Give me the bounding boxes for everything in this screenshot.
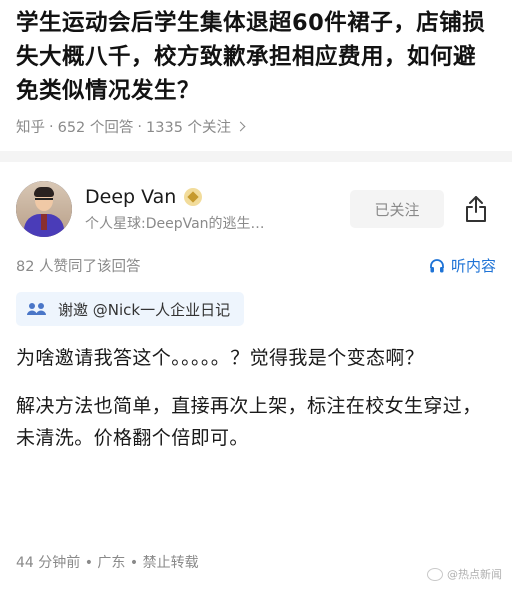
site-name: 知乎 (16, 120, 45, 136)
answer-paragraph: 解决方法也简单，直接再次上架，标注在校女生穿过，未清洗。价格翻个倍即可。 (16, 395, 482, 449)
meta-dot: · (49, 118, 54, 135)
share-icon[interactable] (456, 189, 496, 229)
answer-content: 为啥邀请我答这个。。。。。？觉得我是个变态啊？ 解决方法也简单，直接再次上架，标… (16, 342, 496, 454)
question-title[interactable]: 学生运动会后学生集体退超60件裙子，店铺损失大概八千，校方致歉承担相应费用，如何… (16, 6, 498, 108)
question-meta[interactable]: 知乎 · 652 个回答 · 1335 个关注 (16, 116, 498, 137)
invite-text: 谢邀 @Nick一人企业日记 (58, 300, 231, 319)
answer-card: Deep Van 个人星球:DeepVan的逃生… 已关注 82 人赞同了该回答… (0, 177, 512, 454)
invite-tag[interactable]: 谢邀 @Nick一人企业日记 (16, 292, 245, 326)
answer-count: 652 个回答 (57, 120, 134, 136)
answer-footer-meta: 44 分钟前 • 广东 • 禁止转载 (16, 555, 199, 571)
weibo-logo-icon (427, 567, 443, 581)
avatar[interactable] (16, 181, 72, 237)
answer-paragraph: 为啥邀请我答这个。。。。。？觉得我是个变态啊？ (16, 347, 425, 369)
avatar-hair (34, 187, 54, 197)
listen-label: 听内容 (450, 257, 496, 275)
follower-count: 1335 个关注 (146, 120, 232, 136)
section-divider (0, 151, 512, 162)
author-name-row: Deep Van (85, 186, 340, 208)
like-count[interactable]: 82 人赞同了该回答 (16, 255, 141, 276)
listen-button[interactable]: 听内容 (429, 255, 496, 276)
headphones-icon (430, 258, 444, 272)
answer-stats-row: 82 人赞同了该回答 听内容 (16, 255, 496, 276)
avatar-glasses (35, 198, 53, 204)
author-name[interactable]: Deep Van (85, 186, 176, 208)
author-bio: 个人星球:DeepVan的逃生… (85, 215, 265, 232)
follow-button[interactable]: 已关注 (350, 190, 444, 228)
question-header: 学生运动会后学生集体退超60件裙子，店铺损失大概八千，校方致歉承担相应费用，如何… (0, 0, 512, 137)
chevron-right-icon (235, 121, 246, 132)
author-info: Deep Van 个人星球:DeepVan的逃生… (85, 186, 340, 233)
watermark: @热点新闻 (427, 566, 502, 582)
people-icon (27, 303, 46, 315)
author-row: Deep Van 个人星球:DeepVan的逃生… 已关注 (16, 177, 496, 241)
verified-badge-icon (184, 187, 203, 206)
avatar-tie (41, 214, 47, 230)
watermark-text: @热点新闻 (447, 568, 502, 581)
meta-dot: · (137, 118, 143, 135)
